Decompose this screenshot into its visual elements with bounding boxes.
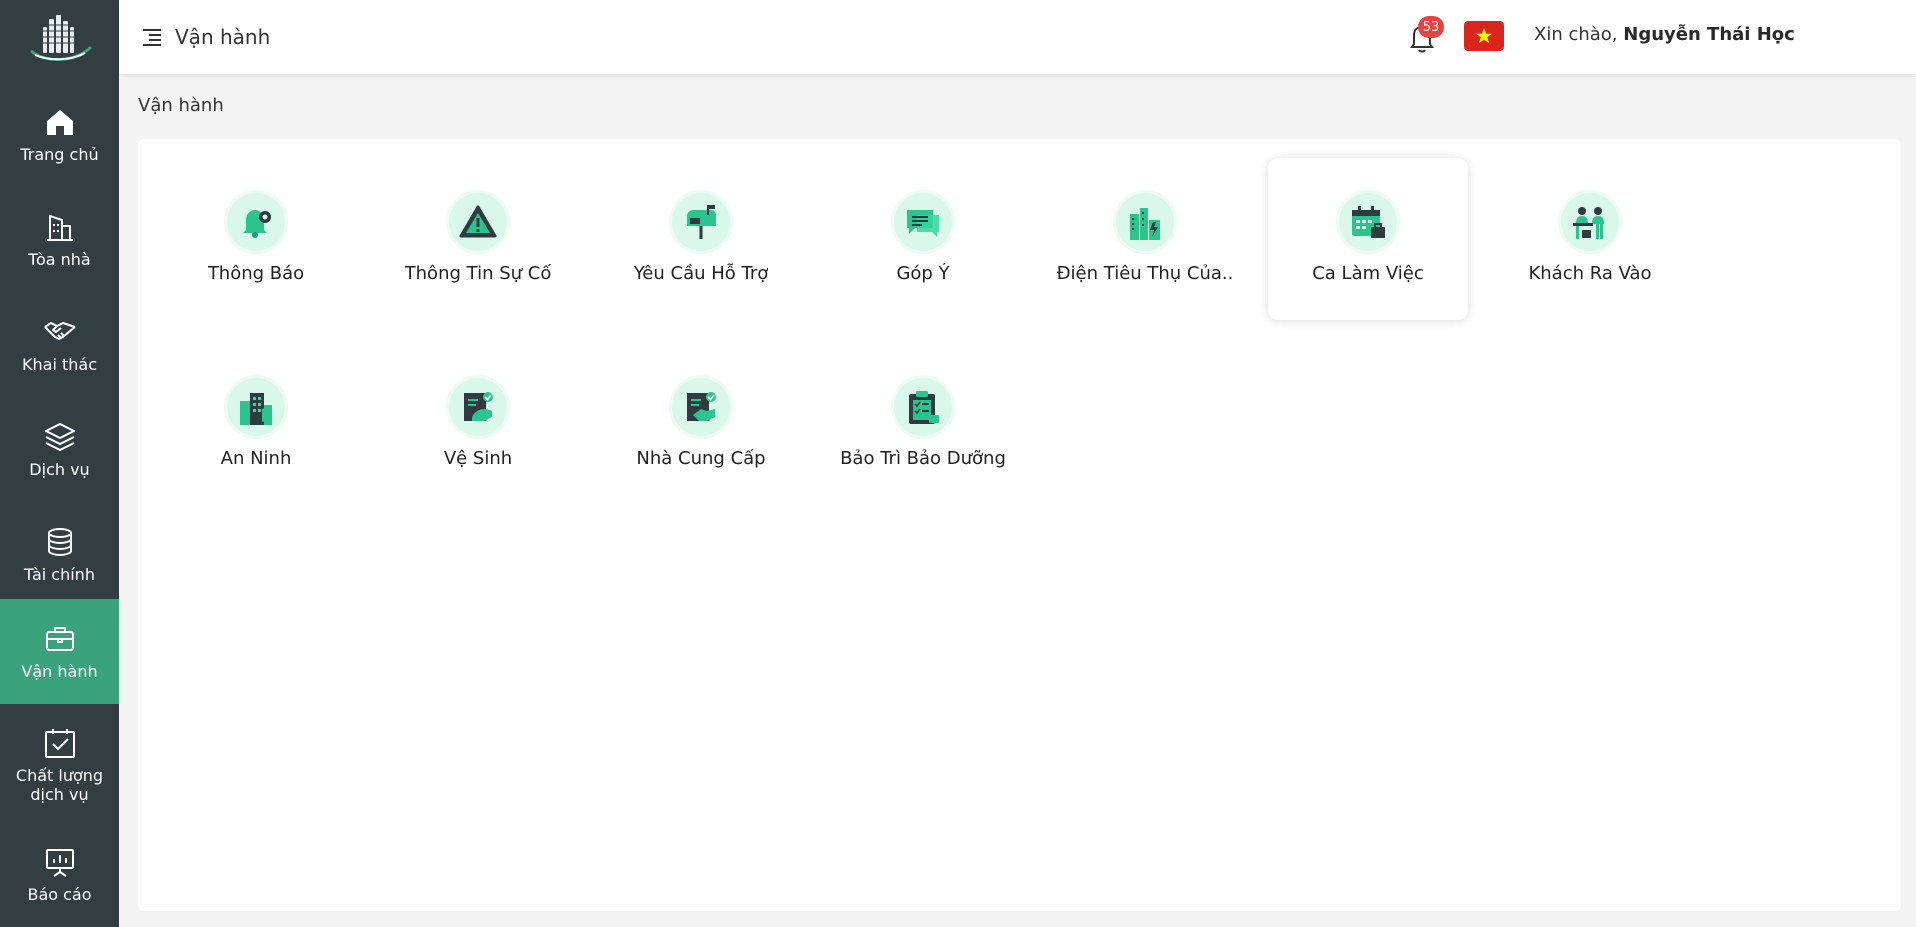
sidebar-item-home[interactable]: Trang chủ (0, 82, 119, 187)
sidebar-item-service-quality[interactable]: Chất lượng dịch vụ (0, 712, 119, 817)
module-tile-maintenance[interactable]: Bảo Trì Bảo Dưỡng (823, 343, 1023, 505)
module-grid: Thông Báo Thông Tin Sự Cố Yêu Cầu Hỗ Trợ (138, 139, 1901, 911)
module-tile-work-shifts[interactable]: Ca Làm Việc (1268, 158, 1468, 320)
module-tile-notifications[interactable]: Thông Báo (156, 158, 356, 320)
sidebar: Trang chủ Tòa nhà Khai thác Dịch vụ Tài … (0, 0, 119, 927)
module-label: Điện Tiêu Thụ Của.. (1056, 263, 1234, 284)
module-tile-security[interactable]: An Ninh (156, 343, 356, 505)
module-label: Thông Báo (207, 263, 305, 284)
sidebar-item-services[interactable]: Dịch vụ (0, 397, 119, 502)
module-icon-wrapper (894, 193, 952, 251)
module-icon-wrapper (672, 193, 730, 251)
sidebar-item-label: Vận hành (21, 662, 98, 681)
module-icon-wrapper (227, 378, 285, 436)
home-icon (46, 110, 73, 135)
presentation-chart-icon (45, 849, 74, 877)
database-icon (47, 528, 72, 557)
chat-bubble-icon (907, 210, 939, 237)
hamburger-menu-icon (143, 29, 161, 46)
sidebar-item-label: Trang chủ (20, 145, 99, 164)
maintenance-clipboard-icon (909, 391, 939, 424)
sidebar-item-exploitation[interactable]: Khai thác (0, 292, 119, 397)
module-label: Ca Làm Việc (1312, 263, 1424, 284)
notification-count-badge: 53 (1418, 16, 1444, 38)
module-tile-support-requests[interactable]: Yêu Cầu Hỗ Trợ (601, 158, 801, 320)
module-icon-wrapper (672, 378, 730, 436)
module-tile-suppliers[interactable]: Nhà Cung Cấp (601, 343, 801, 505)
page-title: Vận hành (175, 25, 271, 49)
module-icon-wrapper (1339, 193, 1397, 251)
briefcase-icon (45, 627, 74, 651)
module-tile-electricity[interactable]: Điện Tiêu Thụ Của.. (1045, 158, 1245, 320)
sidebar-item-label: Tài chính (24, 565, 95, 584)
app-logo[interactable] (0, 0, 119, 75)
cleaning-document-icon (464, 392, 493, 421)
module-tile-incidents[interactable]: Thông Tin Sự Cố (378, 158, 578, 320)
building-icon (46, 214, 73, 241)
module-label: Thông Tin Sự Cố (404, 263, 552, 284)
menu-toggle-button[interactable] (139, 24, 165, 50)
module-icon-wrapper (1116, 193, 1174, 251)
module-tile-feedback[interactable]: Góp Ý (823, 158, 1023, 320)
layers-icon (44, 423, 75, 451)
language-selector[interactable] (1464, 21, 1504, 51)
sidebar-item-label: Báo cáo (27, 885, 92, 904)
module-label: Nhà Cung Cấp (636, 448, 766, 469)
user-greeting[interactable]: Xin chào, Nguyễn Thái Học (1534, 24, 1795, 45)
module-icon-wrapper (894, 378, 952, 436)
sidebar-item-label: Khai thác (22, 355, 97, 374)
handshake-icon (43, 322, 76, 340)
security-building-icon (240, 393, 272, 425)
module-icon-wrapper (227, 193, 285, 251)
module-label: Bảo Trì Bảo Dưỡng (840, 448, 1006, 469)
vietnam-flag-icon (1475, 27, 1493, 44)
module-icon-wrapper (449, 193, 507, 251)
module-icon-wrapper (449, 378, 507, 436)
calendar-check-icon (44, 728, 75, 758)
sidebar-item-label: Tòa nhà (28, 250, 91, 269)
bell-gear-icon (243, 210, 271, 238)
module-label: An Ninh (220, 448, 292, 469)
module-icon-wrapper (1561, 193, 1619, 251)
sidebar-item-reports[interactable]: Báo cáo (0, 822, 119, 927)
sidebar-item-label: Chất lượng dịch vụ (15, 765, 104, 804)
breadcrumb: Vận hành (138, 95, 224, 116)
reception-visitors-icon (1573, 207, 1604, 239)
module-label: Yêu Cầu Hỗ Trợ (633, 263, 769, 284)
warning-triangle-icon (459, 205, 497, 238)
building-logo-icon (29, 14, 92, 61)
power-plant-icon (1130, 208, 1160, 240)
calendar-briefcase-icon (1352, 206, 1385, 238)
module-tile-cleaning[interactable]: Vệ Sinh (378, 343, 578, 505)
sidebar-item-operations[interactable]: Vận hành (0, 599, 119, 704)
module-tile-visitors[interactable]: Khách Ra Vào (1490, 158, 1690, 320)
supplier-handshake-icon (687, 392, 716, 421)
mailbox-icon (687, 205, 716, 239)
module-label: Vệ Sinh (443, 448, 513, 469)
greeting-prefix: Xin chào, (1534, 24, 1624, 45)
module-label: Góp Ý (896, 263, 950, 284)
sidebar-item-label: Dịch vụ (29, 460, 90, 479)
module-label: Khách Ra Vào (1528, 263, 1652, 284)
sidebar-item-buildings[interactable]: Tòa nhà (0, 187, 119, 292)
sidebar-item-finance[interactable]: Tài chính (0, 502, 119, 607)
user-name: Nguyễn Thái Học (1623, 24, 1795, 45)
